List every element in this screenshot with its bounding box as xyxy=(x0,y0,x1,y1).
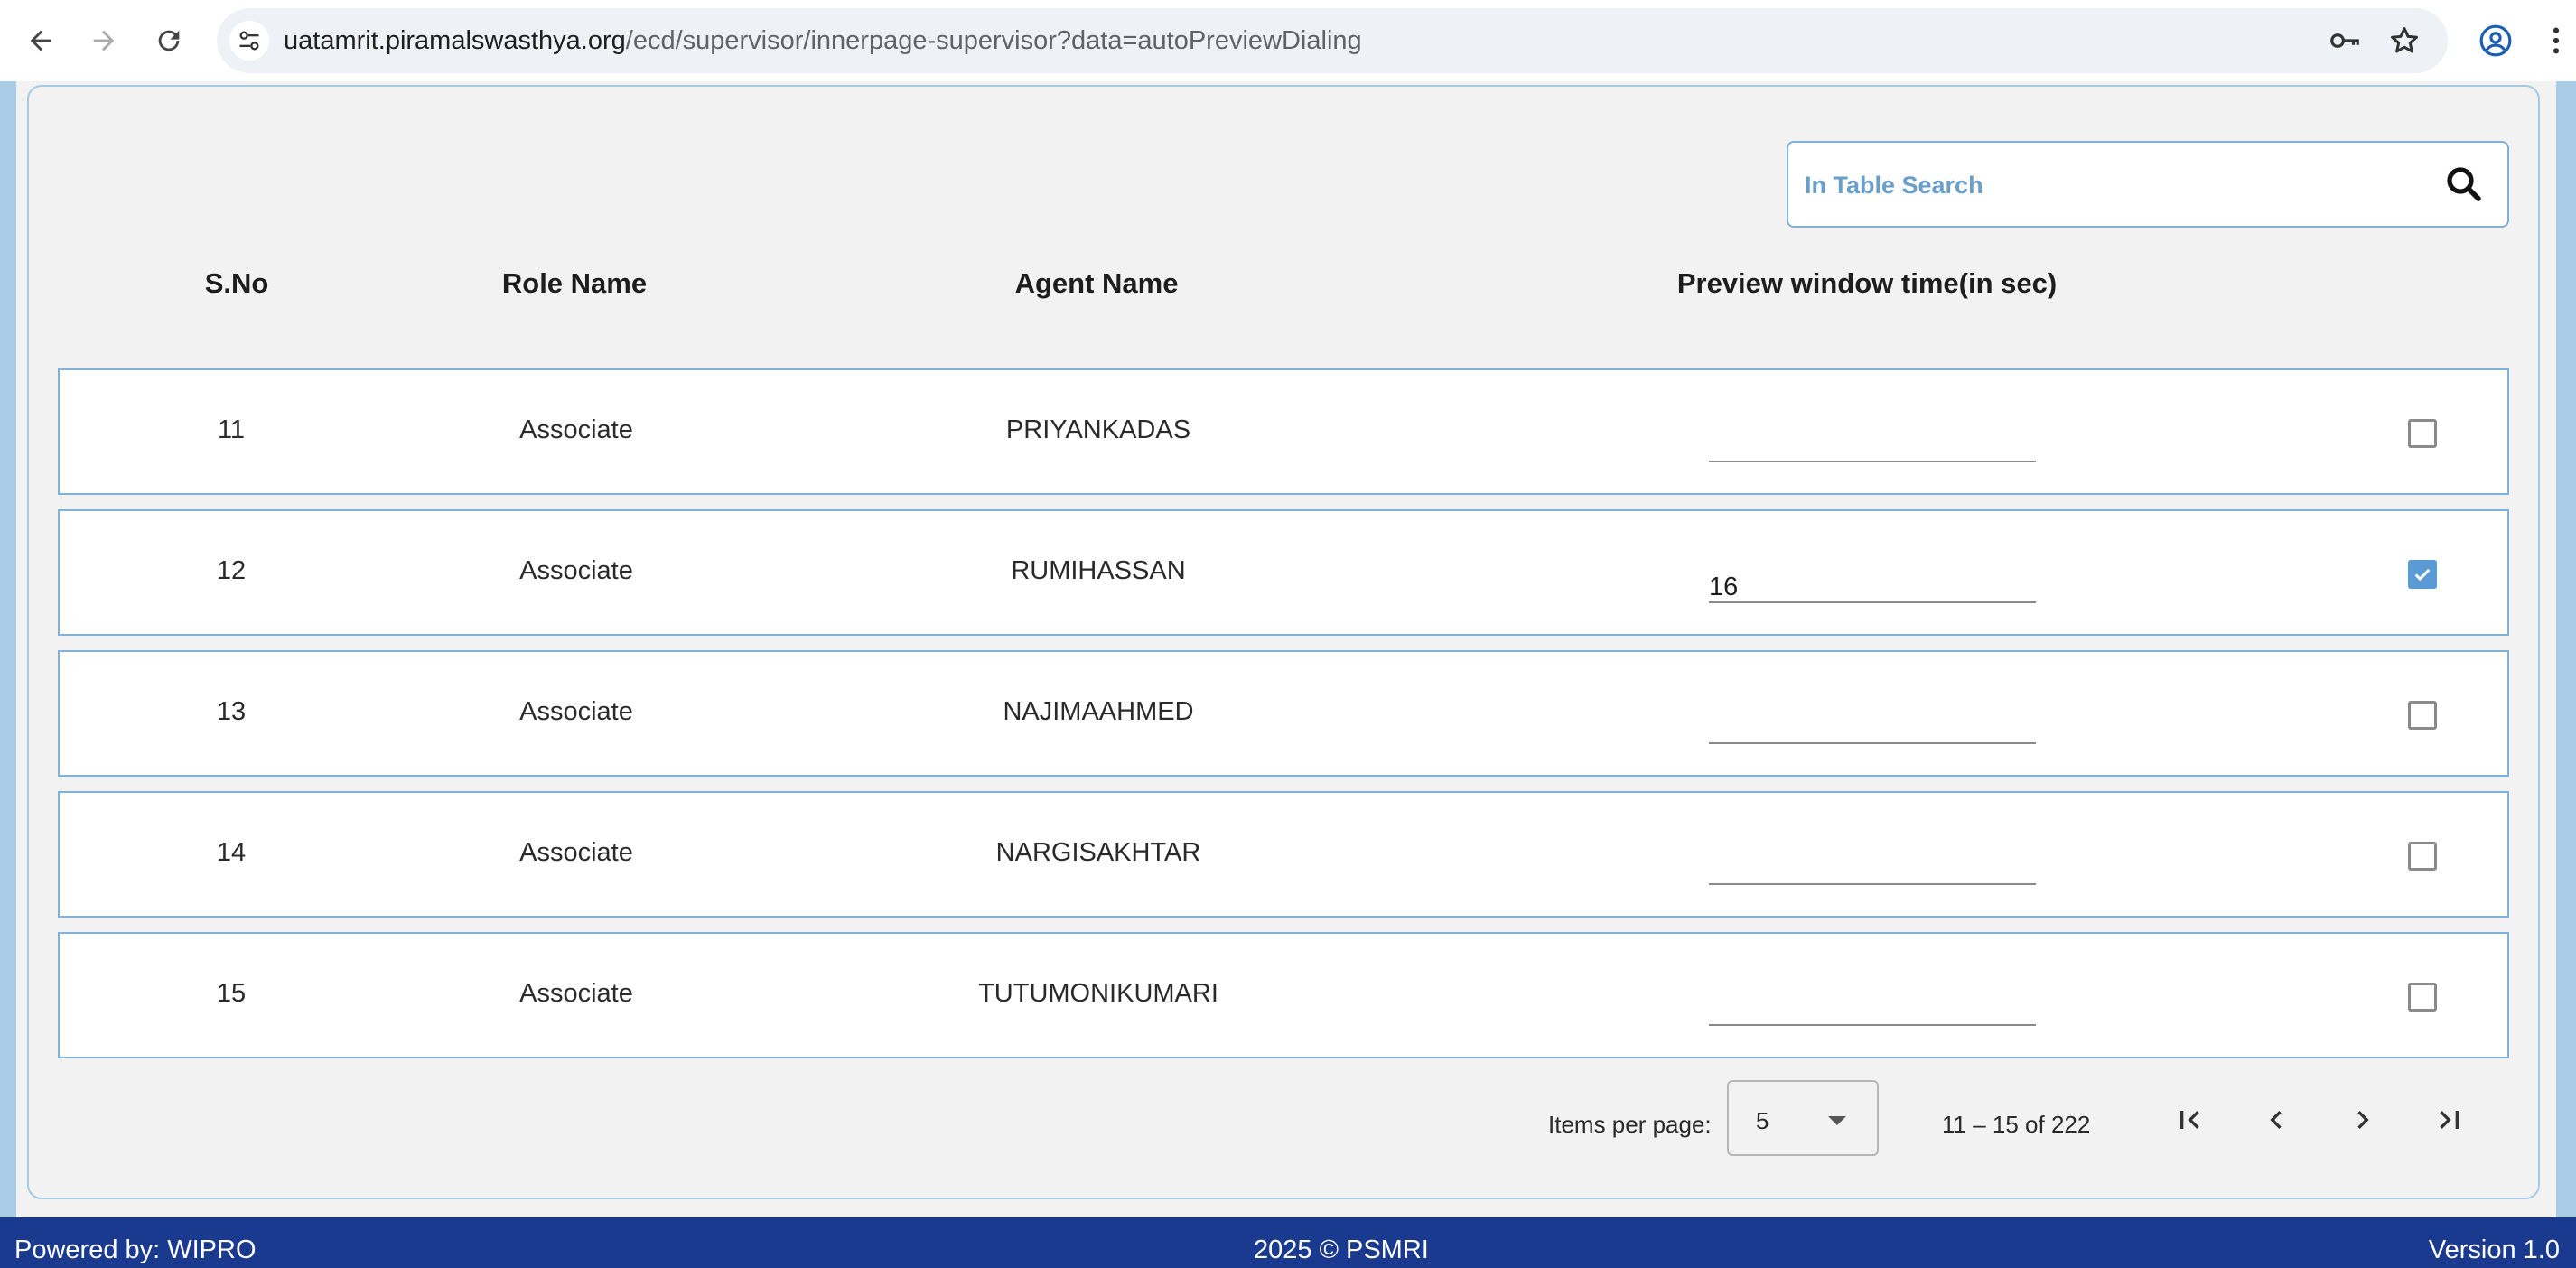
header-sno: S.No xyxy=(204,267,269,299)
header-preview-window-time: Preview window time(in sec) xyxy=(1676,267,2058,299)
browser-menu-button[interactable] xyxy=(2538,18,2574,63)
reload-icon xyxy=(158,30,180,51)
footer-copyright: 2025 © PSMRI xyxy=(1254,1235,1429,1264)
cell-sno: 15 xyxy=(216,979,247,1008)
preview-time-input[interactable] xyxy=(1709,845,2036,885)
table-search-box xyxy=(1787,141,2509,228)
cell-agent-name: NAJIMAAHMED xyxy=(1003,697,1194,726)
paginator: Items per page: 5 11 – 15 of 222 xyxy=(29,1080,2542,1161)
cell-sno: 11 xyxy=(217,415,246,444)
cell-role-name: Associate xyxy=(519,979,633,1008)
preview-time-input[interactable] xyxy=(1709,564,2036,603)
first-page-icon xyxy=(2180,1111,2199,1129)
table-search-input[interactable] xyxy=(1805,163,2419,208)
password-manager-button[interactable] xyxy=(2327,23,2363,59)
row-select-checkbox[interactable] xyxy=(2408,842,2437,871)
cell-agent-name: NARGISAKHTAR xyxy=(995,838,1201,867)
star-icon xyxy=(2391,27,2418,53)
page-size-value: 5 xyxy=(1756,1107,1769,1134)
cell-agent-name: PRIYANKADAS xyxy=(1005,415,1191,444)
header-agent-name: Agent Name xyxy=(1014,267,1179,299)
page-range-label: 11 – 15 of 222 xyxy=(1942,1111,2091,1138)
address-bar[interactable]: uatamrit.piramalswasthya.org/ecd/supervi… xyxy=(217,8,2448,73)
profile-icon xyxy=(2479,24,2512,57)
next-page-button[interactable] xyxy=(2338,1095,2388,1145)
forward-button[interactable] xyxy=(81,18,126,63)
footer-version: Version 1.0 xyxy=(2428,1235,2560,1264)
table-row: 14 Associate NARGISAKHTAR xyxy=(58,791,2509,918)
dropdown-caret-icon xyxy=(1828,1116,1846,1125)
first-page-button[interactable] xyxy=(2164,1095,2215,1145)
left-side-strip xyxy=(0,81,16,1217)
cell-sno: 12 xyxy=(216,556,247,585)
table-row: 11 Associate PRIYANKADAS xyxy=(58,368,2509,495)
back-arrow-icon xyxy=(30,30,51,51)
row-select-checkbox[interactable] xyxy=(2408,560,2437,589)
previous-page-icon xyxy=(2270,1111,2282,1129)
key-icon xyxy=(2330,33,2359,48)
last-page-button[interactable] xyxy=(2424,1095,2475,1145)
profile-button[interactable] xyxy=(2473,18,2518,63)
items-per-page-label: Items per page: xyxy=(1548,1111,1712,1138)
url-text: uatamrit.piramalswasthya.org/ecd/supervi… xyxy=(284,26,1362,56)
cell-role-name: Associate xyxy=(519,556,633,585)
cell-role-name: Associate xyxy=(519,415,633,444)
bookmark-button[interactable] xyxy=(2386,23,2422,59)
reload-button[interactable] xyxy=(146,18,191,63)
search-icon[interactable] xyxy=(2442,163,2486,206)
cell-role-name: Associate xyxy=(519,697,633,726)
row-select-checkbox[interactable] xyxy=(2408,419,2437,448)
last-page-icon xyxy=(2440,1111,2459,1129)
page-content: S.No Role Name Agent Name Preview window… xyxy=(0,81,2576,1217)
preview-time-input[interactable] xyxy=(1709,704,2036,744)
page-size-select[interactable]: 5 xyxy=(1727,1080,1879,1156)
url-path: /ecd/supervisor/innerpage-supervisor?dat… xyxy=(625,26,1362,55)
right-side-strip xyxy=(2556,81,2576,1217)
header-role-name: Role Name xyxy=(501,267,648,299)
table-row: 15 Associate TUTUMONIKUMARI xyxy=(58,932,2509,1058)
cell-agent-name: TUTUMONIKUMARI xyxy=(978,979,1218,1008)
table-row: 12 Associate RUMIHASSAN xyxy=(58,509,2509,636)
browser-toolbar: uatamrit.piramalswasthya.org/ecd/supervi… xyxy=(0,0,2576,81)
previous-page-button[interactable] xyxy=(2251,1095,2301,1145)
checkmark-icon xyxy=(2414,568,2431,582)
cell-sno: 14 xyxy=(216,838,247,867)
preview-time-input[interactable] xyxy=(1709,986,2036,1026)
row-select-checkbox[interactable] xyxy=(2408,701,2437,730)
row-select-checkbox[interactable] xyxy=(2408,983,2437,1012)
auto-preview-dialing-card: S.No Role Name Agent Name Preview window… xyxy=(27,85,2540,1199)
next-page-icon xyxy=(2357,1111,2369,1129)
url-host: uatamrit.piramalswasthya.org xyxy=(284,26,626,55)
site-info-icon xyxy=(239,31,259,51)
back-button[interactable] xyxy=(18,18,63,63)
kebab-menu-icon xyxy=(2553,27,2560,54)
table-header: S.No Role Name Agent Name Preview window… xyxy=(29,267,2542,322)
forward-arrow-icon xyxy=(93,30,115,51)
footer-powered-by: Powered by: WIPRO xyxy=(14,1235,257,1264)
page-footer: Powered by: WIPRO 2025 © PSMRI Version 1… xyxy=(0,1217,2576,1268)
table-row: 13 Associate NAJIMAAHMED xyxy=(58,650,2509,777)
cell-agent-name: RUMIHASSAN xyxy=(1011,556,1186,585)
cell-role-name: Associate xyxy=(519,838,633,867)
site-info-button[interactable] xyxy=(229,21,269,61)
cell-sno: 13 xyxy=(216,697,247,726)
preview-time-input[interactable] xyxy=(1709,423,2036,462)
